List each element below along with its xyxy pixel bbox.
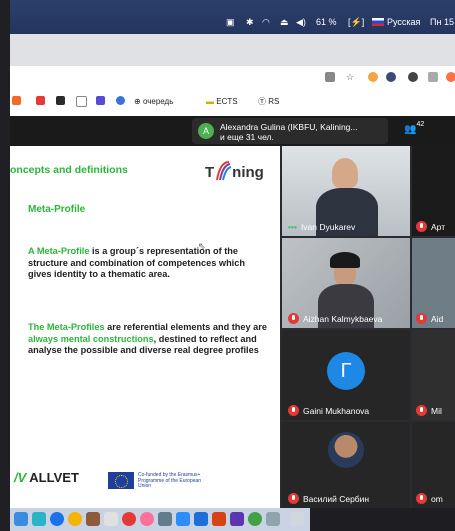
battery-icon[interactable]: [⚡]: [348, 16, 364, 28]
slide-paragraph-2: The Meta-Profiles are referential elemen…: [28, 322, 267, 355]
volume-icon[interactable]: ◀): [296, 16, 306, 28]
video-tile[interactable]: Aid: [412, 238, 455, 328]
muted-mic-icon: [288, 493, 299, 504]
allvet-logo: /V ALLVET: [14, 470, 79, 485]
powerpoint-icon[interactable]: [212, 512, 226, 526]
extension-icon[interactable]: [428, 72, 438, 82]
participant-name: Aizhan Kalmykbaeva: [288, 313, 382, 324]
profile-icon[interactable]: [386, 72, 396, 82]
bookmark-icon[interactable]: [76, 96, 87, 107]
mouse-cursor-icon: ⇖: [198, 241, 206, 251]
muted-mic-icon: [288, 405, 299, 416]
participant-name: Василий Сербин: [288, 493, 369, 504]
trash-icon[interactable]: [290, 512, 304, 526]
camera-icon[interactable]: [325, 72, 335, 82]
bookmark-icon[interactable]: [36, 96, 45, 107]
bookmark-icon[interactable]: [12, 96, 21, 107]
globe-icon: ⊕: [134, 97, 141, 106]
app-icon[interactable]: [230, 512, 244, 526]
video-tile[interactable]: om: [412, 422, 455, 508]
video-tile[interactable]: Василий Сербин: [282, 422, 410, 508]
participant-name: Gaini Mukhanova: [288, 405, 369, 416]
bookmark-icon[interactable]: [116, 96, 125, 107]
screen: ▣ ✱ ◠ ⏏ ◀) 61 % [⚡] Русская Пн 15 ☆ ⊕ оч…: [10, 0, 455, 531]
participants-button[interactable]: 👥42: [404, 121, 424, 135]
input-language[interactable]: Русская: [372, 16, 420, 28]
safari-icon[interactable]: [50, 512, 64, 526]
allvet-logo-icon: /V: [14, 470, 27, 485]
participant-name: ••• Ivan Dyukarev: [288, 222, 356, 232]
input-language-label: Русская: [387, 17, 421, 27]
flag-icon: [372, 18, 384, 26]
calendar-icon[interactable]: [104, 512, 118, 526]
browser-tab-strip[interactable]: [10, 34, 455, 66]
app-icon[interactable]: [32, 512, 46, 526]
bookmark-rs[interactable]: Ⓣ RS: [258, 96, 279, 107]
participants-count: 42: [416, 121, 425, 128]
app-icon[interactable]: [248, 512, 262, 526]
chrome-icon[interactable]: [68, 512, 82, 526]
participant-name: om: [416, 493, 443, 504]
extension-icon[interactable]: [368, 72, 378, 82]
app-icon[interactable]: [158, 512, 172, 526]
participant-name: Mil: [416, 405, 442, 416]
video-tile[interactable]: Aizhan Kalmykbaeva: [282, 238, 410, 328]
app-icon[interactable]: [266, 512, 280, 526]
participant-avatar: Г: [327, 352, 365, 390]
shared-slide: oncepts and definitions T ning Meta-Prof…: [10, 146, 280, 508]
muted-mic-icon: [416, 493, 427, 504]
notification-line1: Alexandra Gulina (IKBFU, Kalining...: [220, 122, 358, 132]
participant-avatar: [328, 432, 364, 468]
word-icon[interactable]: [194, 512, 208, 526]
bookmark-icon[interactable]: [56, 96, 65, 107]
extension-icon[interactable]: [446, 72, 455, 82]
notification-line2: и еще 31 чел.: [220, 132, 274, 142]
app-icon[interactable]: [122, 512, 136, 526]
app-icon[interactable]: [86, 512, 100, 526]
slide-heading: Meta-Profile: [28, 204, 86, 215]
tuning-logo-icon: [216, 161, 232, 181]
dock: [10, 508, 310, 531]
bookmark-icon[interactable]: [96, 96, 105, 107]
wifi-icon[interactable]: ◠: [262, 16, 270, 28]
video-tile[interactable]: Mil: [412, 330, 455, 420]
muted-mic-icon: [416, 221, 427, 232]
folder-icon: ▬: [206, 97, 214, 106]
bookmarks-bar: ⊕ очередь ▬ ECTS Ⓣ RS: [10, 88, 455, 117]
video-tile[interactable]: Г Gaini Mukhanova: [282, 330, 410, 420]
finder-icon[interactable]: [14, 512, 28, 526]
eu-flag-icon: [108, 472, 134, 489]
notification-avatar: A: [198, 123, 214, 139]
muted-mic-icon: [416, 405, 427, 416]
muted-mic-icon: [288, 313, 299, 324]
zoom-icon[interactable]: [176, 512, 190, 526]
muted-mic-icon: [416, 313, 427, 324]
participant-name: Арт: [416, 221, 445, 232]
eject-icon[interactable]: ⏏: [280, 16, 289, 28]
tuning-logo: T ning: [205, 160, 264, 182]
extension-icon[interactable]: [408, 72, 418, 82]
participant-hair: [330, 252, 360, 268]
video-tile[interactable]: ••• Ivan Dyukarev: [282, 146, 410, 236]
speaking-icon: •••: [288, 222, 297, 232]
menu-bar: ▣ ✱ ◠ ⏏ ◀) 61 % [⚡] Русская Пн 15: [10, 0, 455, 34]
bluetooth-icon[interactable]: ✱: [246, 16, 254, 28]
eu-erasmus-logo: Co-funded by the Erasmus+ Programme of t…: [108, 472, 208, 490]
menubar-clock[interactable]: Пн 15: [430, 16, 454, 28]
music-icon[interactable]: [140, 512, 154, 526]
bookmark-queue[interactable]: ⊕ очередь: [134, 96, 173, 107]
slide-title: oncepts and definitions: [10, 164, 128, 176]
join-notification[interactable]: A Alexandra Gulina (IKBFU, Kalining... и…: [192, 118, 388, 144]
star-icon[interactable]: ☆: [346, 72, 356, 82]
rs-icon: Ⓣ: [258, 97, 266, 106]
participant-name: Aid: [416, 313, 443, 324]
video-tile[interactable]: Арт: [412, 146, 455, 236]
meeting-bottom-area: [310, 508, 455, 531]
battery-label[interactable]: 61 %: [316, 16, 337, 28]
participant-face: [332, 158, 358, 188]
display-icon[interactable]: ▣: [226, 16, 235, 28]
bookmark-ects[interactable]: ▬ ECTS: [206, 96, 238, 107]
people-icon: 👥: [404, 124, 417, 135]
slide-paragraph-1: A Meta-Profile is a group´s representati…: [28, 246, 245, 279]
